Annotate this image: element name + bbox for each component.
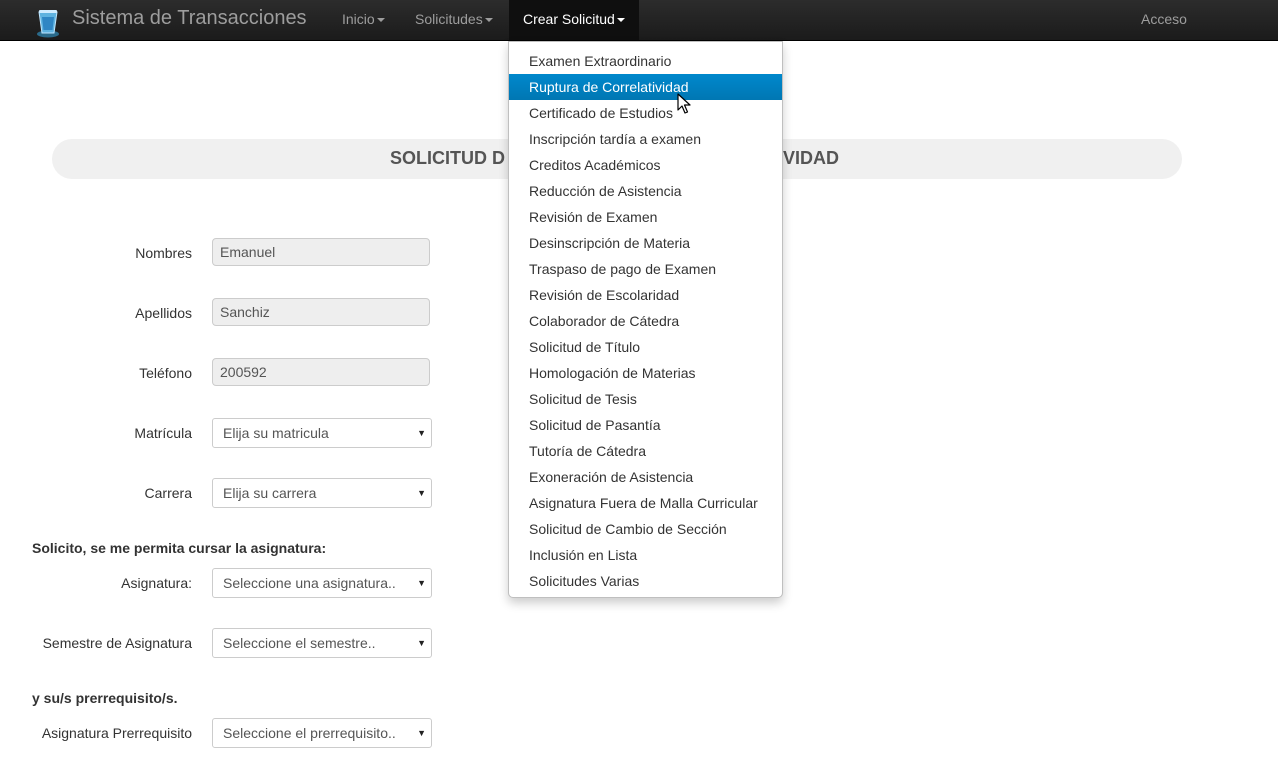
dropdown-item[interactable]: Certificado de Estudios [509,100,782,126]
dropdown-item[interactable]: Solicitud de Pasantía [509,412,782,438]
asignatura-label: Asignatura: [121,575,192,591]
dropdown-item[interactable]: Ruptura de Correlatividad [509,74,782,100]
matricula-value: Elija su matricula [223,425,329,441]
dropdown-item[interactable]: Solicitudes Varias [509,568,782,594]
apellidos-label: Apellidos [135,305,192,321]
mouse-cursor-icon [677,93,691,114]
asignatura-select[interactable]: Seleccione una asignatura.. ▼ [212,568,432,598]
nav-solicitudes[interactable]: Solicitudes [415,0,493,40]
apellidos-field[interactable]: Sanchiz [212,298,430,326]
top-navbar: Sistema de Transacciones Inicio Solicitu… [0,0,1278,41]
dropdown-item[interactable]: Revisión de Examen [509,204,782,230]
nav-inicio[interactable]: Inicio [342,0,385,40]
dropdown-item[interactable]: Colaborador de Cátedra [509,308,782,334]
semestre-select[interactable]: Seleccione el semestre.. ▼ [212,628,432,658]
dropdown-item[interactable]: Homologación de Materias [509,360,782,386]
asignatura-value: Seleccione una asignatura.. [223,575,396,591]
dropdown-item[interactable]: Asignatura Fuera de Malla Curricular [509,490,782,516]
dropdown-item[interactable]: Tutoría de Cátedra [509,438,782,464]
carrera-value: Elija su carrera [223,485,317,501]
dropdown-item[interactable]: Traspaso de pago de Examen [509,256,782,282]
section-asignatura-heading: Solicito, se me permita cursar la asigna… [32,540,327,556]
select-arrow-icon: ▼ [417,578,426,588]
nav-crear-solicitud[interactable]: Crear Solicitud [509,0,639,40]
select-arrow-icon: ▼ [417,488,426,498]
dropdown-item[interactable]: Revisión de Escolaridad [509,282,782,308]
nav-acceso[interactable]: Acceso [1141,0,1187,40]
carrera-select[interactable]: Elija su carrera ▼ [212,478,432,508]
dropdown-item[interactable]: Solicitud de Cambio de Sección [509,516,782,542]
nombres-field[interactable]: Emanuel [212,238,430,266]
nav-crear-solicitud-label: Crear Solicitud [523,11,615,27]
caret-down-icon [616,18,625,23]
nav-solicitudes-label: Solicitudes [415,11,483,27]
app-brand[interactable]: Sistema de Transacciones [72,7,307,30]
dropdown-item[interactable]: Desinscripción de Materia [509,230,782,256]
page-title: SOLICITUD D [390,148,505,168]
prerrequisito-value: Seleccione el prerrequisito.. [223,725,396,741]
select-arrow-icon: ▼ [417,638,426,648]
dropdown-item[interactable]: Inclusión en Lista [509,542,782,568]
dropdown-item[interactable]: Inscripción tardía a examen [509,126,782,152]
nav-acceso-label: Acceso [1141,11,1187,27]
matricula-label: Matrícula [134,425,192,441]
page-title-end: VIDAD [783,148,840,168]
dropdown-item[interactable]: Creditos Académicos [509,152,782,178]
section-prerrequisito-heading: y su/s prerrequisito/s. [32,690,178,706]
carrera-label: Carrera [144,485,192,501]
matricula-select[interactable]: Elija su matricula ▼ [212,418,432,448]
caret-down-icon [484,18,493,23]
prerrequisito-label: Asignatura Prerrequisito [41,725,192,741]
select-arrow-icon: ▼ [417,728,426,738]
dropdown-item[interactable]: Examen Extraordinario [509,48,782,74]
crear-solicitud-dropdown-menu: Examen Extraordinario Ruptura de Correlat… [508,41,783,598]
select-arrow-icon: ▼ [417,428,426,438]
dropdown-item[interactable]: Reducción de Asistencia [509,178,782,204]
telefono-field[interactable]: 200592 [212,358,430,386]
semestre-value: Seleccione el semestre.. [223,635,376,651]
semestre-label: Semestre de Asignatura [42,635,192,651]
caret-down-icon [376,18,385,23]
prerrequisito-select[interactable]: Seleccione el prerrequisito.. ▼ [212,718,432,748]
nav-inicio-label: Inicio [342,11,375,27]
dropdown-item[interactable]: Solicitud de Título [509,334,782,360]
nombres-label: Nombres [135,245,192,261]
telefono-label: Teléfono [139,365,192,381]
dropdown-item[interactable]: Exoneración de Asistencia [509,464,782,490]
dropdown-item[interactable]: Solicitud de Tesis [509,386,782,412]
app-logo-icon[interactable] [36,8,60,38]
